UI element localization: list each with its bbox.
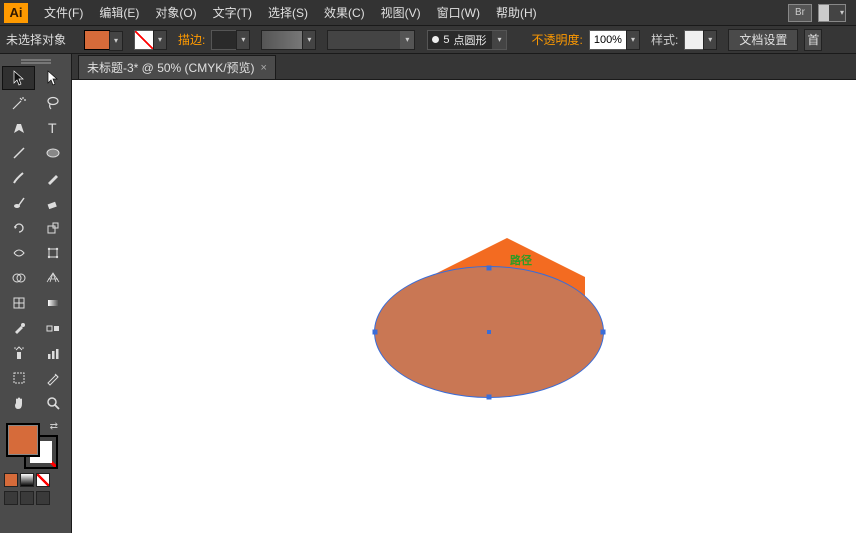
blob-brush-tool[interactable]: [2, 191, 35, 215]
workspace-switcher[interactable]: [818, 4, 846, 22]
fill-stroke-indicator[interactable]: ⇄: [4, 421, 58, 469]
color-mode-solid[interactable]: [4, 473, 18, 487]
control-bar: 未选择对象 ▾ ▾ 描边: ▾ ▾ ▾ 5 点圆形 ▾ 不透明度: 100% ▾…: [0, 26, 856, 54]
graphic-style-dropdown[interactable]: ▾: [703, 30, 717, 50]
tools-panel: T: [0, 54, 72, 533]
opacity-label: 不透明度:: [531, 31, 582, 48]
path-label: 路径: [510, 252, 532, 268]
stroke-none-swatch[interactable]: ▾: [134, 30, 154, 50]
document-tab-title: 未标题-3* @ 50% (CMYK/预览): [87, 59, 255, 76]
blend-tool[interactable]: [36, 316, 69, 340]
fill-dropdown[interactable]: ▾: [109, 31, 123, 51]
menu-file[interactable]: 文件(F): [36, 0, 91, 26]
menu-view[interactable]: 视图(V): [373, 0, 429, 26]
ellipse-tool[interactable]: [36, 141, 69, 165]
canvas[interactable]: 路径: [72, 80, 856, 533]
scale-tool[interactable]: [36, 216, 69, 240]
document-area: 未标题-3* @ 50% (CMYK/预览) × 路径: [72, 54, 856, 533]
opacity-value: 100%: [594, 34, 622, 46]
selection-label: 未选择对象: [6, 31, 66, 48]
paintbrush-tool[interactable]: [2, 166, 35, 190]
preferences-button-truncated[interactable]: 首: [804, 29, 822, 51]
anchor-point-left[interactable]: [373, 330, 378, 335]
brush-dot-icon: [432, 36, 439, 43]
document-setup-button[interactable]: 文档设置: [728, 29, 798, 51]
shape-builder-tool[interactable]: [2, 266, 35, 290]
center-point: [487, 330, 491, 334]
menu-select[interactable]: 选择(S): [260, 0, 316, 26]
panel-grip[interactable]: [0, 56, 71, 64]
draw-normal-icon[interactable]: [4, 491, 18, 505]
perspective-grid-tool[interactable]: [36, 266, 69, 290]
menu-effect[interactable]: 效果(C): [316, 0, 373, 26]
close-tab-icon[interactable]: ×: [261, 62, 267, 74]
eyedropper-tool[interactable]: [2, 316, 35, 340]
menu-bar: Ai 文件(F) 编辑(E) 对象(O) 文字(T) 选择(S) 效果(C) 视…: [0, 0, 856, 26]
brush-size: 5: [443, 34, 449, 46]
width-tool[interactable]: [2, 241, 35, 265]
color-mode-gradient[interactable]: [20, 473, 34, 487]
stroke-style-dropdown[interactable]: ▾: [302, 30, 316, 50]
pencil-tool[interactable]: [36, 166, 69, 190]
app-logo: Ai: [4, 3, 28, 23]
mesh-tool[interactable]: [2, 291, 35, 315]
lasso-tool[interactable]: [36, 91, 69, 115]
menu-type[interactable]: 文字(T): [205, 0, 260, 26]
fill-indicator[interactable]: [6, 423, 40, 457]
artboard-tool[interactable]: [2, 366, 35, 390]
svg-text:T: T: [48, 120, 57, 136]
opacity-dropdown[interactable]: ▾: [626, 30, 640, 50]
free-transform-tool[interactable]: [36, 241, 69, 265]
selection-tool[interactable]: [2, 66, 35, 90]
stroke-weight-dropdown[interactable]: ▾: [236, 30, 250, 50]
slice-tool[interactable]: [36, 366, 69, 390]
menu-object[interactable]: 对象(O): [147, 0, 204, 26]
rotate-tool[interactable]: [2, 216, 35, 240]
menu-window[interactable]: 窗口(W): [429, 0, 488, 26]
stroke-dropdown[interactable]: ▾: [153, 30, 167, 50]
brush-dropdown[interactable]: ▾: [492, 31, 506, 49]
anchor-point-right[interactable]: [601, 330, 606, 335]
screen-mode-row: [0, 491, 71, 509]
draw-inside-icon[interactable]: [36, 491, 50, 505]
menu-right: Br: [788, 4, 852, 22]
line-segment-tool[interactable]: [2, 141, 35, 165]
symbol-sprayer-tool[interactable]: [2, 341, 35, 365]
pen-tool[interactable]: [2, 116, 35, 140]
stroke-label: 描边:: [178, 31, 205, 48]
variable-width-profile[interactable]: ▾: [327, 30, 415, 50]
menu-edit[interactable]: 编辑(E): [91, 0, 147, 26]
fill-swatch[interactable]: ▾: [84, 30, 110, 50]
color-mode-row: [0, 473, 71, 491]
magic-wand-tool[interactable]: [2, 91, 35, 115]
gradient-tool[interactable]: [36, 291, 69, 315]
hand-tool[interactable]: [2, 391, 35, 415]
color-mode-none[interactable]: [36, 473, 50, 487]
style-label: 样式:: [651, 31, 678, 48]
opacity-field[interactable]: 100% ▾: [589, 30, 627, 50]
anchor-point-bottom[interactable]: [487, 395, 492, 400]
menu-help[interactable]: 帮助(H): [488, 0, 545, 26]
swap-fill-stroke-icon[interactable]: ⇄: [50, 421, 58, 432]
variable-width-dropdown[interactable]: ▾: [400, 31, 414, 49]
direct-selection-tool[interactable]: [36, 66, 69, 90]
stroke-weight-field[interactable]: ▾: [211, 30, 237, 50]
document-tabs: 未标题-3* @ 50% (CMYK/预览) ×: [72, 54, 856, 80]
graphic-style-swatch[interactable]: ▾: [684, 30, 704, 50]
zoom-tool[interactable]: [36, 391, 69, 415]
type-tool[interactable]: T: [36, 116, 69, 140]
draw-behind-icon[interactable]: [20, 491, 34, 505]
document-tab[interactable]: 未标题-3* @ 50% (CMYK/预览) ×: [78, 55, 276, 79]
brush-field[interactable]: 5 点圆形 ▾: [427, 30, 507, 50]
bridge-button[interactable]: Br: [788, 4, 812, 22]
eraser-tool[interactable]: [36, 191, 69, 215]
brush-name: 点圆形: [453, 32, 486, 48]
stroke-style-swatch[interactable]: ▾: [261, 30, 303, 50]
column-graph-tool[interactable]: [36, 341, 69, 365]
anchor-point-top[interactable]: [487, 266, 492, 271]
